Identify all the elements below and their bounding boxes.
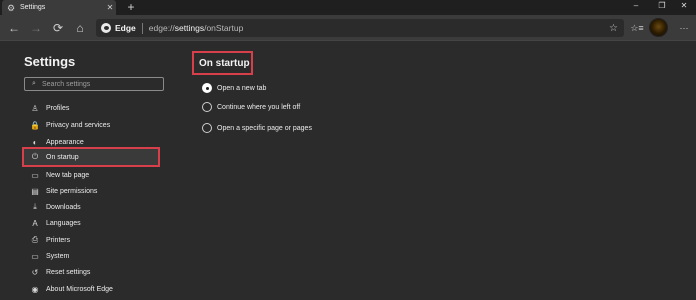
tab-title: Settings xyxy=(20,4,46,11)
edge-logo-icon xyxy=(101,23,111,33)
sidebar-item-label: Site permissions xyxy=(46,187,98,195)
close-window-button[interactable]: ✕ xyxy=(674,0,694,13)
sidebar-item-label: Downloads xyxy=(46,203,81,211)
system-icon: ▭ xyxy=(31,251,39,261)
sidebar-item-reset-settings[interactable]: ↺ Reset settings xyxy=(24,264,164,280)
sidebar-item-label: Reset settings xyxy=(46,268,91,276)
sidebar-item-profiles[interactable]: ♙ Profiles xyxy=(24,100,164,116)
url-bold: settings xyxy=(174,23,205,33)
close-icon[interactable]: ✕ xyxy=(104,3,116,12)
tab-strip: ⚙ Settings ✕ + – ❐ ✕ xyxy=(0,0,696,15)
radio-open-new-tab[interactable] xyxy=(202,83,212,93)
gear-icon: ⚙ xyxy=(6,2,16,13)
address-separator xyxy=(141,22,143,34)
search-placeholder: Search settings xyxy=(42,80,91,88)
page-title-highlight: On startup xyxy=(192,51,253,75)
sidebar-item-label: System xyxy=(46,252,70,260)
toolbar: ← → ⟳ ⌂ Edge edge://settings/onStartup ☆… xyxy=(0,15,696,41)
favorite-star-icon[interactable]: ☆ xyxy=(609,23,618,34)
refresh-button[interactable]: ⟳ xyxy=(50,20,66,36)
person-icon: ♙ xyxy=(31,103,39,113)
back-button[interactable]: ← xyxy=(6,20,22,36)
sidebar-item-downloads[interactable]: ⤓ Downloads xyxy=(24,199,164,215)
sidebar-item-privacy-and-services[interactable]: 🔒 Privacy and services xyxy=(24,117,164,133)
sidebar-item-site-permissions[interactable]: ▤ Site permissions xyxy=(24,183,164,199)
newtab-icon: ▭ xyxy=(31,170,39,180)
option-label: Open a specific page or pages xyxy=(217,124,312,132)
sidebar-item-printers[interactable]: ⎙ Printers xyxy=(24,232,164,248)
tab-settings[interactable]: ⚙ Settings ✕ xyxy=(2,0,116,15)
option-continue-where-left[interactable]: Continue where you left off xyxy=(202,101,300,113)
sidebar-item-about-microsoft-edge[interactable]: ◉ About Microsoft Edge xyxy=(24,281,164,297)
url-prefix: edge:// xyxy=(148,23,175,33)
sidebar-item-system[interactable]: ▭ System xyxy=(24,248,164,264)
restore-button[interactable]: ❐ xyxy=(652,0,672,13)
palette-icon: ◐ xyxy=(32,137,38,147)
radio-open-specific-pages[interactable] xyxy=(202,123,212,133)
option-label: Continue where you left off xyxy=(217,103,301,111)
lock-icon: 🔒 xyxy=(30,120,40,130)
reset-icon: ↺ xyxy=(31,267,39,277)
permissions-icon: ▤ xyxy=(31,186,39,196)
minimize-button[interactable]: – xyxy=(626,0,646,13)
sidebar-item-label: About Microsoft Edge xyxy=(46,285,113,293)
avatar[interactable] xyxy=(649,18,668,37)
new-tab-button[interactable]: + xyxy=(124,0,138,15)
download-icon: ⤓ xyxy=(33,202,37,211)
url-text[interactable]: edge://settings/onStartup xyxy=(149,23,609,33)
address-label: Edge xyxy=(115,23,136,33)
sidebar-item-new-tab-page[interactable]: ▭ New tab page xyxy=(24,167,164,183)
sidebar-item-languages[interactable]: A Languages xyxy=(24,215,164,231)
more-icon[interactable]: ··· xyxy=(676,20,692,36)
sidebar-item-label: On startup xyxy=(46,153,79,161)
sidebar-item-on-startup[interactable]: ⏻ On startup xyxy=(22,147,160,167)
search-input[interactable]: ⌕ Search settings xyxy=(24,77,164,91)
sidebar-item-label: Privacy and services xyxy=(46,121,111,129)
option-open-new-tab[interactable]: Open a new tab xyxy=(202,82,266,94)
radio-continue-where-left[interactable] xyxy=(202,102,212,112)
printer-icon: ⎙ xyxy=(31,235,39,244)
address-bar[interactable]: Edge edge://settings/onStartup ☆ xyxy=(96,19,624,37)
forward-button[interactable]: → xyxy=(28,20,44,36)
home-button[interactable]: ⌂ xyxy=(72,20,88,36)
favorites-icon[interactable]: ☆≡ xyxy=(629,20,645,36)
sidebar-item-label: Appearance xyxy=(46,138,84,146)
language-icon: A xyxy=(32,218,38,228)
sidebar-item-label: Printers xyxy=(46,236,71,244)
sidebar-item-label: Profiles xyxy=(46,104,70,112)
url-suffix: /onStartup xyxy=(204,23,244,33)
sidebar-title: Settings xyxy=(24,54,76,69)
edge-icon: ◉ xyxy=(31,284,39,294)
sidebar-item-label: New tab page xyxy=(46,171,90,179)
page-title: On startup xyxy=(199,58,250,69)
option-open-specific-pages[interactable]: Open a specific page or pages xyxy=(202,122,312,134)
sidebar-item-label: Languages xyxy=(46,219,81,227)
power-icon: ⏻ xyxy=(31,152,39,161)
search-icon: ⌕ xyxy=(32,80,36,87)
option-label: Open a new tab xyxy=(217,84,267,92)
